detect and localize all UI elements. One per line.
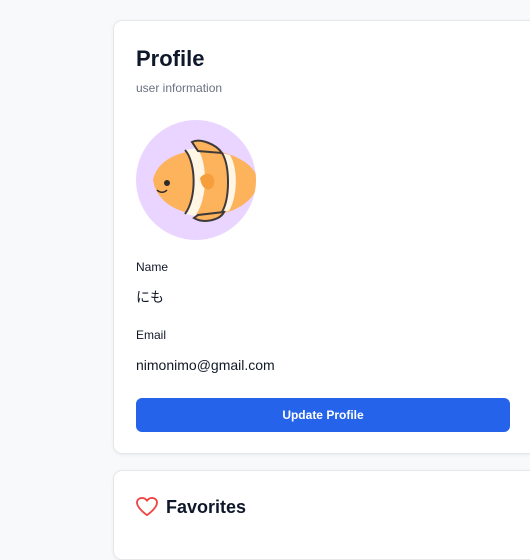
page-title: Profile: [136, 46, 205, 71]
avatar: [136, 120, 256, 240]
profile-card: Profile user information Name にも Email n…: [113, 20, 530, 454]
page-subtitle: user information: [136, 81, 223, 95]
favorites-header: Favorites: [136, 497, 246, 517]
favorites-card: Favorites: [113, 470, 530, 560]
email-label: Email: [136, 328, 167, 342]
name-value: にも: [136, 289, 164, 305]
email-value: nimonimo@gmail.com: [136, 357, 275, 373]
heart-icon: [136, 497, 158, 517]
favorites-title: Favorites: [166, 497, 247, 517]
clownfish-icon: [153, 139, 256, 222]
update-profile-button[interactable]: Update Profile: [136, 398, 510, 432]
name-label: Name: [136, 260, 169, 274]
